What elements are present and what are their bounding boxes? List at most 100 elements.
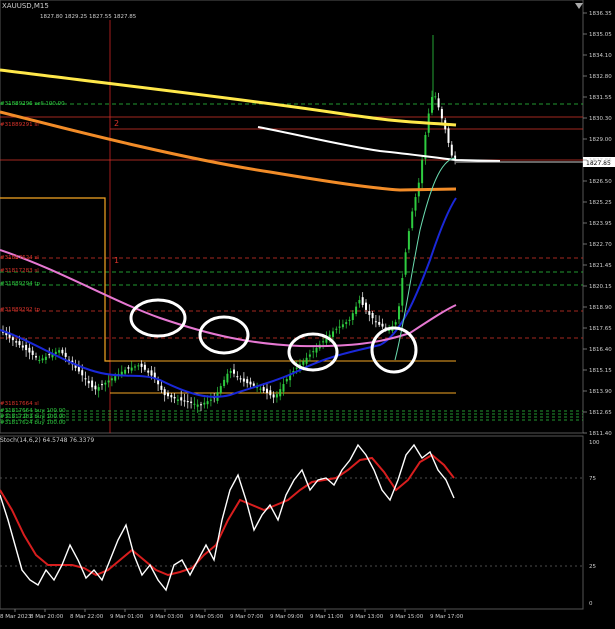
candle-body xyxy=(21,345,24,348)
ohlc-close: 1827.85 xyxy=(113,14,137,20)
candle-body xyxy=(421,159,424,184)
order-label: #31817624 sl xyxy=(0,255,39,261)
candle-body xyxy=(305,357,308,364)
ma-white-line xyxy=(257,126,501,162)
candle-body xyxy=(345,322,348,325)
ma-blue-line xyxy=(0,197,457,398)
time-axis-label: 9 Mar 03:00 xyxy=(150,614,184,620)
candle-body xyxy=(101,384,103,386)
candle-body xyxy=(11,337,14,341)
time-axis-label: 9 Mar 05:00 xyxy=(190,614,224,620)
candle-body xyxy=(160,385,163,390)
candle-body xyxy=(206,401,209,405)
stoch-axis-label: 25 xyxy=(589,564,596,570)
candle-body xyxy=(54,351,57,355)
candle-body xyxy=(173,396,176,399)
candle-body xyxy=(407,231,410,250)
order-lines xyxy=(0,103,583,421)
highlight-circle-2 xyxy=(198,315,250,355)
candle-body xyxy=(371,313,374,319)
candle-body xyxy=(219,386,222,394)
order-label: #31817664 sl xyxy=(0,401,39,407)
candle-body xyxy=(398,306,400,320)
stoch-main-line xyxy=(0,443,455,592)
candle-body xyxy=(269,390,272,396)
candle-body xyxy=(130,367,133,371)
candle-body xyxy=(262,387,265,391)
candle-body xyxy=(147,370,150,373)
order-label: #31889292 tp xyxy=(0,307,40,313)
candle-body xyxy=(15,341,18,343)
candle-body xyxy=(35,356,37,358)
candle-body xyxy=(104,382,107,385)
candle-body xyxy=(64,352,67,357)
time-axis-label: 8 Mar 20:00 xyxy=(30,614,64,620)
time-axis-label: 9 Mar 01:00 xyxy=(110,614,144,620)
window-title: XAUUSD,M15 xyxy=(2,2,49,10)
candle-body xyxy=(176,399,179,401)
price-axis-label: 1825.25 xyxy=(589,200,612,206)
candle-body xyxy=(223,379,226,387)
candle-body xyxy=(193,403,196,405)
time-axis-label: 8 Mar 22:00 xyxy=(70,614,104,620)
time-axis-label: 8 Mar 2023 xyxy=(0,614,32,620)
candle-body xyxy=(295,367,298,369)
candle-body xyxy=(272,394,275,398)
candle-body xyxy=(332,331,334,337)
price-axis-label: 1811.40 xyxy=(589,431,612,437)
price-axis-label: 1813.90 xyxy=(589,389,612,395)
candle-body xyxy=(183,400,186,402)
candle-body xyxy=(203,402,206,405)
price-panel-frame xyxy=(0,0,584,434)
time-axis: 8 Mar 20238 Mar 20:00 8 Mar 22:00 9 Mar 01… xyxy=(0,609,464,620)
candle-body xyxy=(84,378,87,380)
stoch-axis-label: 0 xyxy=(589,601,593,607)
stoch-axis-label: 75 xyxy=(589,476,596,482)
candle-body xyxy=(209,399,212,401)
candle-body xyxy=(48,354,51,356)
time-axis-label: 9 Mar 09:00 xyxy=(270,614,304,620)
price-axis-label: 1816.40 xyxy=(589,347,612,353)
chart-window[interactable]: 2 1 1827.85 1836.35 1835.05 1834.10 1832.80… xyxy=(0,0,615,625)
candle-body xyxy=(285,378,288,382)
candle-body xyxy=(242,378,245,382)
candle-body xyxy=(239,378,242,380)
price-axis-label: 1835.05 xyxy=(589,32,612,38)
candle-body xyxy=(44,356,47,360)
candle-body xyxy=(312,351,315,353)
candle-body xyxy=(114,376,117,381)
candle-body xyxy=(381,323,384,327)
stoch-axis: 100 75 25 0 xyxy=(589,440,600,607)
candle-body xyxy=(252,383,255,386)
candle-body xyxy=(374,321,377,323)
price-axis-label: 1823.95 xyxy=(589,221,612,227)
price-chart[interactable]: 2 1 1827.85 1836.35 1835.05 1834.10 1832.80… xyxy=(0,0,615,625)
candle-body xyxy=(335,328,338,330)
candle-body xyxy=(437,98,440,108)
order-label: #31817624 buy 100.00 xyxy=(0,420,66,426)
candle-body xyxy=(134,366,136,368)
chart-shift-marker[interactable] xyxy=(575,3,583,9)
level-mark-2: 2 xyxy=(114,119,119,128)
candle-body xyxy=(97,387,100,391)
stoch-axis-label: 100 xyxy=(589,440,600,446)
candle-body xyxy=(358,300,361,304)
candle-body xyxy=(348,319,351,321)
candle-body xyxy=(18,341,21,346)
candle-body xyxy=(143,364,146,370)
price-axis-label: 1830.30 xyxy=(589,116,612,122)
time-axis-label: 9 Mar 15:00 xyxy=(390,614,424,620)
candle-body xyxy=(404,252,407,275)
candle-body xyxy=(351,313,354,321)
stoch-label: Stoch(14,6,2) 64.5748 76.3379 xyxy=(0,437,95,444)
candle-body xyxy=(236,376,239,378)
candle-body xyxy=(338,326,341,328)
candle-body xyxy=(107,380,110,383)
order-label: #31889291 sl xyxy=(0,122,39,128)
price-axis: 1836.35 1835.05 1834.10 1832.80 1831.55 1830.… xyxy=(583,11,612,437)
candle-body xyxy=(61,349,64,354)
order-label: #31889294 tp xyxy=(0,281,40,287)
ohlc-low: 1827.55 xyxy=(89,14,112,20)
candle-body xyxy=(91,380,94,388)
candle-body xyxy=(355,306,358,314)
